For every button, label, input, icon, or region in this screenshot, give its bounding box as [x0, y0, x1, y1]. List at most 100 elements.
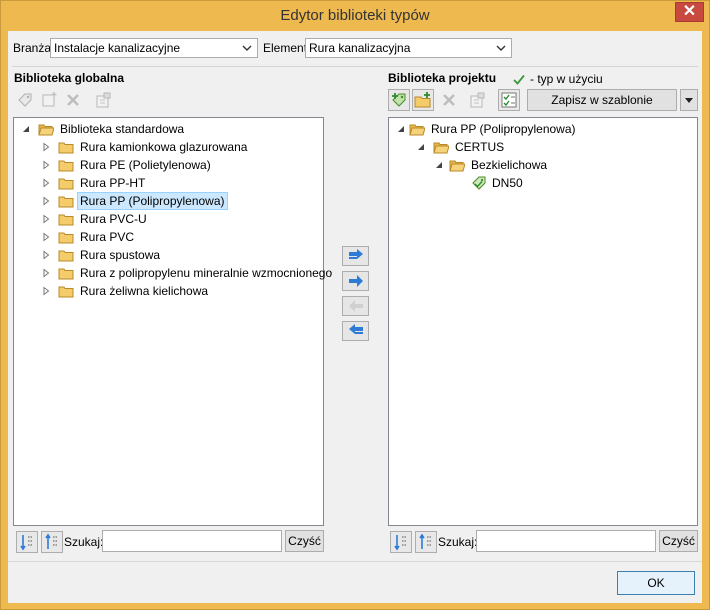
properties-icon	[96, 92, 111, 108]
folder-icon	[58, 142, 74, 153]
tree-node-label: DN50	[492, 176, 523, 190]
global-library-tree[interactable]: Biblioteka standardowa Rura kamionkowa g…	[13, 117, 332, 526]
tree-node-category[interactable]: Rura PVC-U	[40, 210, 150, 228]
project-search-input[interactable]	[476, 530, 656, 552]
open-folder-icon	[409, 124, 425, 135]
tree-node-label: Rura PVC	[80, 230, 135, 244]
copy-to-global-button[interactable]	[342, 296, 369, 316]
delete-icon	[443, 94, 455, 106]
ok-button[interactable]: OK	[617, 571, 695, 595]
tree-node-category[interactable]: Rura PP (Polipropylenowa)	[40, 192, 228, 210]
new-item-button[interactable]	[38, 89, 60, 111]
window-title: Edytor biblioteki typów	[280, 7, 430, 24]
arrow-right-icon	[348, 275, 363, 287]
caret-down-icon	[685, 98, 693, 103]
tree-node-label: Rura PVC-U	[80, 212, 147, 226]
properties-button[interactable]	[92, 89, 114, 111]
collapsed-arrow-icon[interactable]	[40, 267, 52, 279]
tree-node-group[interactable]: Bezkielichowa	[433, 156, 550, 174]
expand-all-button[interactable]	[16, 531, 38, 553]
tree-node-label: Rura PP (Polipropylenowa)	[77, 192, 228, 210]
add-type-button[interactable]	[388, 89, 410, 111]
chevron-down-icon	[496, 45, 506, 51]
collapsed-arrow-icon[interactable]	[40, 285, 52, 297]
title-bar[interactable]: Edytor biblioteki typów ✕	[1, 1, 709, 31]
collapse-tree-icon	[45, 533, 58, 549]
folder-icon	[58, 286, 74, 297]
project-search-label: Szukaj:	[438, 535, 478, 549]
branza-value: Instalacje kanalizacyjne	[54, 41, 181, 55]
properties-icon	[470, 92, 485, 108]
close-icon: ✕	[682, 3, 697, 20]
new-document-icon	[42, 92, 57, 107]
delete-button[interactable]	[438, 89, 460, 111]
add-type-button[interactable]	[14, 89, 36, 111]
collapsed-arrow-icon[interactable]	[40, 141, 52, 153]
tree-node-type[interactable]: DN50	[471, 174, 526, 192]
open-folder-icon	[449, 160, 465, 171]
global-search-label: Szukaj:	[64, 535, 104, 549]
tree-node-category[interactable]: Rura PE (Polietylenowa)	[40, 156, 214, 174]
arrow-left-icon	[348, 300, 363, 312]
project-library-header: Biblioteka projektu	[388, 71, 497, 85]
expanded-arrow-icon	[436, 162, 442, 168]
folder-icon	[58, 232, 74, 243]
folder-icon	[58, 214, 74, 225]
copy-to-project-button[interactable]	[342, 271, 369, 291]
chevron-down-icon	[242, 45, 252, 51]
tree-node-label: Rura spustowa	[80, 248, 161, 262]
tree-node-category[interactable]: Rura PVC	[40, 228, 137, 246]
delete-button[interactable]	[62, 89, 84, 111]
tree-node-manufacturer[interactable]: CERTUS	[415, 138, 507, 156]
tree-node-label: Rura PP (Polipropylenowa)	[431, 122, 576, 136]
tree-node-category[interactable]: Rura kamionkowa glazurowana	[40, 138, 250, 156]
collapse-tree-icon	[419, 533, 432, 549]
tree-node-root[interactable]: Rura PP (Polipropylenowa)	[395, 120, 579, 138]
global-search-input[interactable]	[102, 530, 282, 552]
copy-all-to-project-button[interactable]	[342, 246, 369, 266]
copy-all-to-global-button[interactable]	[342, 321, 369, 341]
tree-node-label: Rura z polipropylenu mineralnie wzmocnio…	[80, 266, 333, 280]
divider	[12, 66, 698, 67]
expand-all-button[interactable]	[390, 531, 412, 553]
tree-node-category[interactable]: Rura PP-HT	[40, 174, 148, 192]
check-usage-button[interactable]	[498, 89, 520, 111]
tree-node-category[interactable]: Rura żeliwna kielichowa	[40, 282, 211, 300]
collapsed-arrow-icon[interactable]	[40, 213, 52, 225]
tag-in-use-icon	[472, 176, 486, 190]
global-clear-label: Czyść	[288, 534, 321, 548]
folder-icon	[58, 196, 74, 207]
collapsed-arrow-icon[interactable]	[40, 231, 52, 243]
tree-node-label: Rura PE (Polietylenowa)	[80, 158, 211, 172]
tree-node-label: Rura żeliwna kielichowa	[80, 284, 209, 298]
collapse-all-button[interactable]	[415, 531, 437, 553]
branza-select[interactable]: Instalacje kanalizacyjne	[50, 38, 258, 58]
open-folder-icon	[38, 124, 54, 135]
save-options-dropdown[interactable]	[680, 89, 698, 111]
collapse-all-button[interactable]	[41, 531, 63, 553]
element-select[interactable]: Rura kanalizacyjna	[305, 38, 512, 58]
double-arrow-right-icon	[348, 249, 363, 259]
collapsed-arrow-icon[interactable]	[40, 177, 52, 189]
element-label: Element	[263, 41, 308, 55]
collapsed-arrow-icon[interactable]	[40, 159, 52, 171]
collapsed-arrow-icon[interactable]	[40, 195, 52, 207]
dialog-body: Branża Instalacje kanalizacyjne Element …	[8, 31, 702, 603]
folder-add-icon	[414, 92, 431, 108]
folder-icon	[58, 250, 74, 261]
tree-node-category[interactable]: Rura spustowa	[40, 246, 163, 264]
close-button[interactable]: ✕	[675, 2, 704, 22]
project-clear-button[interactable]: Czyść	[659, 530, 698, 552]
tree-node-root[interactable]: Biblioteka standardowa	[20, 120, 187, 138]
check-icon	[513, 74, 525, 85]
folder-icon	[58, 160, 74, 171]
global-clear-button[interactable]: Czyść	[285, 530, 324, 552]
collapsed-arrow-icon[interactable]	[40, 249, 52, 261]
save-in-template-button[interactable]: Zapisz w szablonie	[527, 89, 677, 111]
project-library-tree[interactable]: Rura PP (Polipropylenowa) CERTUS Bezkiel…	[388, 117, 698, 526]
properties-button[interactable]	[466, 89, 488, 111]
tree-node-category[interactable]: Rura z polipropylenu mineralnie wzmocnio…	[40, 264, 335, 282]
tag-add-icon	[18, 93, 32, 107]
folder-icon	[58, 178, 74, 189]
new-folder-button[interactable]	[412, 89, 434, 111]
